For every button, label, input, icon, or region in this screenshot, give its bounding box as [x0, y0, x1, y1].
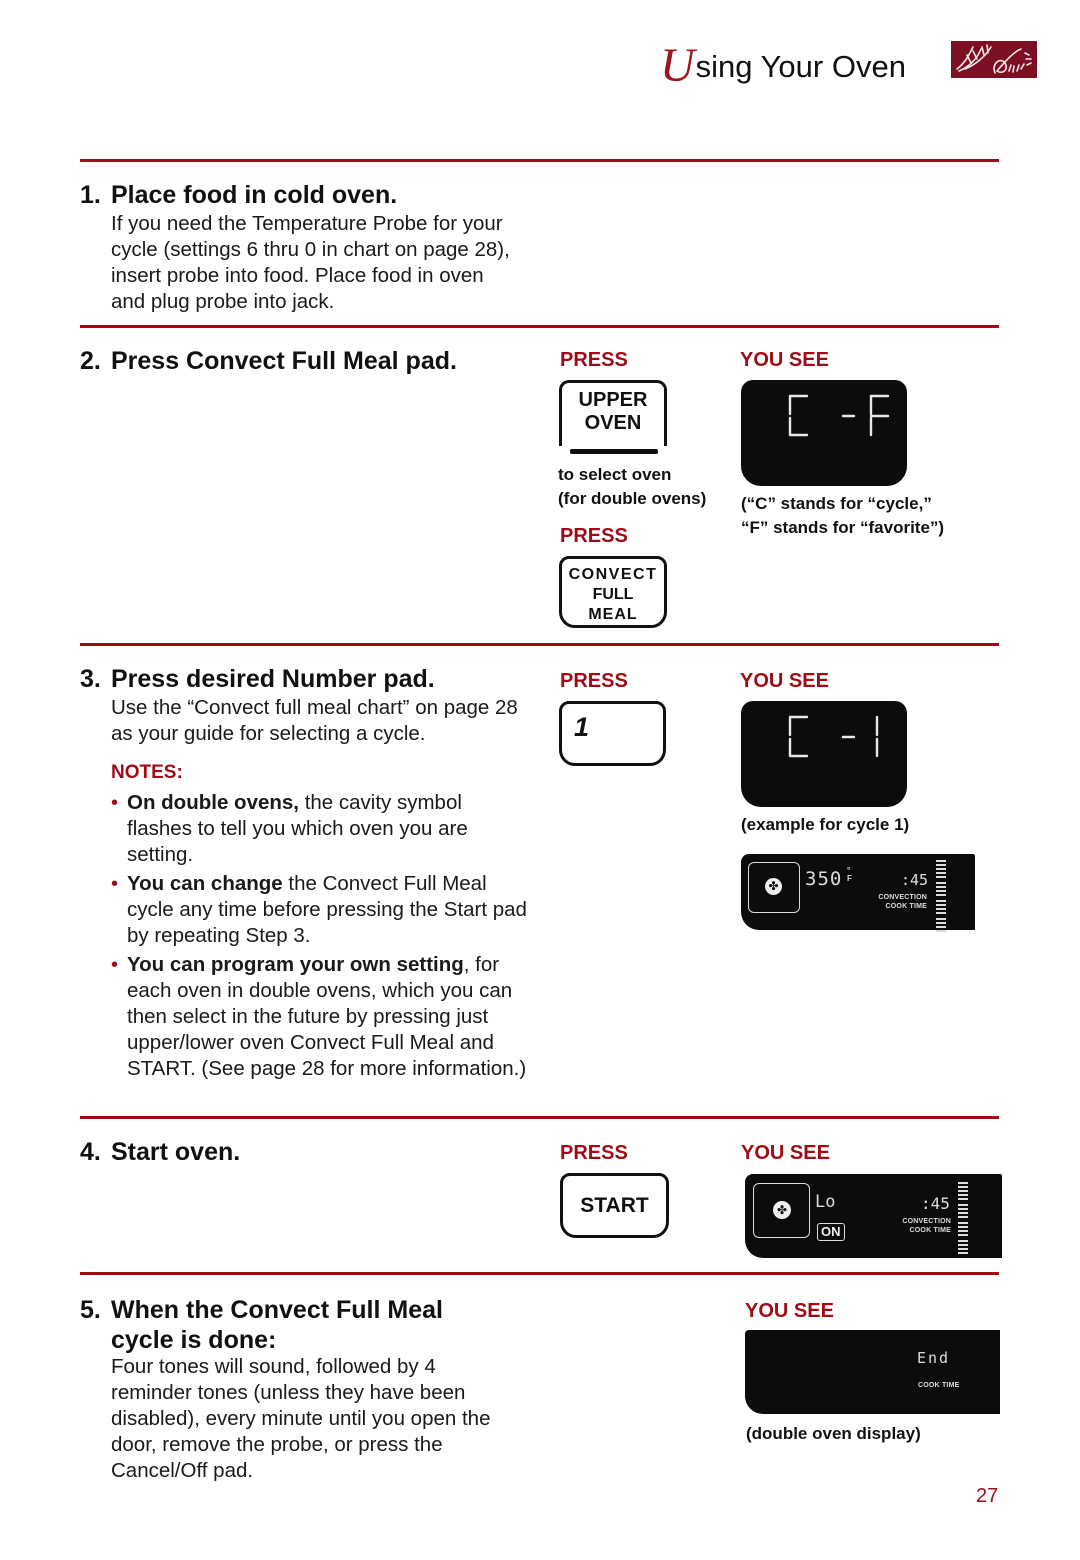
level-bars	[936, 860, 946, 934]
you-see-label: YOU SEE	[740, 349, 829, 371]
time-readout: :45	[901, 871, 929, 889]
lcd-display-c-f: C -F	[741, 380, 907, 486]
upper-oven-pad-line2: OVEN	[584, 412, 642, 434]
seven-segment-c-1	[788, 715, 879, 758]
section-divider	[80, 1116, 999, 1119]
wide-display-lo: ✤ Lo ON :45 CONVECTION COOK TIME	[745, 1174, 1002, 1258]
you-see-label: YOU SEE	[740, 670, 829, 692]
seven-segment-c-f	[788, 394, 890, 437]
cook-time-label: COOK TIME	[918, 1382, 960, 1389]
note-item: • You can program your own setting, for …	[111, 953, 527, 1080]
upper-oven-pad[interactable]: UPPER OVEN	[559, 380, 667, 455]
cycle-1-caption: (example for cycle 1)	[741, 815, 910, 834]
bullet-icon: •	[111, 954, 119, 976]
title-initial: U	[660, 39, 695, 92]
end-readout: End	[917, 1349, 951, 1367]
convect-full-meal-pad[interactable]: CONVECT FULL MEAL	[559, 556, 667, 628]
temperature-readout: 350	[805, 868, 843, 890]
double-oven-caption: (double oven display)	[746, 1424, 921, 1443]
you-see-label: YOU SEE	[741, 1142, 830, 1164]
step1-body: If you need the Temperature Probe for yo…	[111, 212, 510, 313]
step3-heading: 3. Press desired Number pad.	[80, 665, 435, 693]
step5-heading: 5. When the Convect Full Meal cycle is do…	[80, 1296, 443, 1354]
lcd-display-c-1: C -1	[741, 701, 907, 807]
wide-display-350: ✤ 350 ° F :45 CONVECTION COOK TIME	[741, 854, 975, 932]
time-readout: :45	[921, 1194, 950, 1213]
upper-oven-pad-line1: UPPER	[578, 389, 648, 411]
step4-heading: 4. Start oven.	[80, 1138, 241, 1166]
bullet-icon: •	[111, 873, 119, 895]
note-item: • You can change the Convect Full Meal c…	[111, 872, 527, 947]
note-item: • On double ovens, the cavity symbol fla…	[111, 791, 468, 866]
press-label: PRESS	[560, 349, 628, 371]
you-see-label: YOU SEE	[745, 1300, 834, 1322]
section-divider	[80, 1272, 999, 1275]
convection-fan-icon: ✤	[773, 1201, 791, 1219]
press-label: PRESS	[560, 525, 628, 547]
page-number: 27	[976, 1485, 999, 1507]
level-bars	[958, 1182, 968, 1256]
upper-oven-caption: to select oven (for double ovens)	[558, 465, 707, 508]
section-divider	[80, 643, 999, 646]
temperature-readout: Lo	[815, 1192, 836, 1212]
notes-heading: NOTES:	[111, 762, 183, 783]
start-pad[interactable]: START	[560, 1173, 669, 1238]
temperature-unit: ° F	[847, 866, 852, 883]
press-label: PRESS	[560, 1142, 628, 1164]
step1-heading: 1. Place food in cold oven.	[80, 181, 398, 209]
cavity-symbol: ✤	[753, 1183, 810, 1238]
section-divider	[80, 325, 999, 328]
end-display: End COOK TIME	[745, 1330, 1000, 1414]
on-badge: ON	[817, 1223, 845, 1241]
step2-heading: 2. Press Convect Full Meal pad.	[80, 347, 457, 375]
bullet-icon: •	[111, 792, 119, 814]
step3-body: Use the “Convect full meal chart” on pag…	[111, 696, 518, 745]
c-f-caption: (“C” stands for “cycle,” “F” stands for …	[741, 494, 945, 537]
title-rest: sing Your Oven	[695, 49, 906, 84]
convection-fan-icon: ✤	[765, 878, 782, 895]
number-pad-1[interactable]: 1	[559, 701, 666, 766]
page-header-title: Using Your Oven	[660, 38, 906, 93]
section-divider	[80, 159, 999, 162]
mode-labels: CONVECTION COOK TIME	[902, 1218, 951, 1234]
decorative-artwork-icon	[951, 41, 1037, 78]
step5-body: Four tones will sound, followed by 4 rem…	[111, 1355, 491, 1482]
cavity-symbol: ✤	[748, 862, 800, 913]
mode-labels: CONVECTION COOK TIME	[878, 894, 927, 910]
press-label: PRESS	[560, 670, 628, 692]
